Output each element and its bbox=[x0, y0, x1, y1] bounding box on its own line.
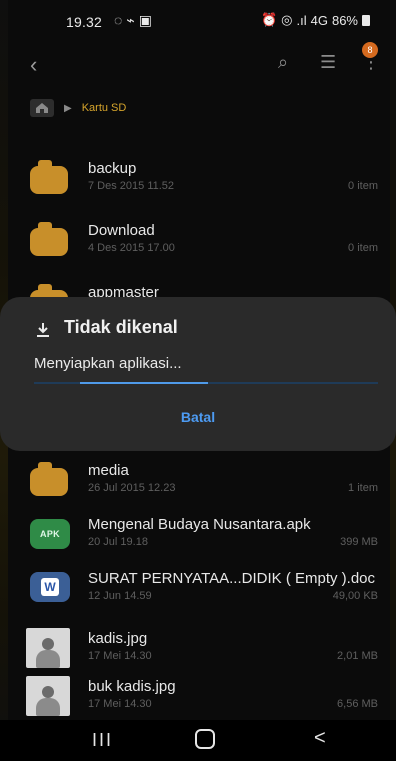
word-glyph: W bbox=[41, 578, 59, 596]
list-item[interactable]: Download 4 Des 2015 17.00 0 item bbox=[0, 212, 396, 268]
list-view-icon[interactable]: ☰ bbox=[320, 52, 336, 73]
image-thumbnail bbox=[26, 628, 70, 668]
back-button[interactable]: < bbox=[314, 727, 326, 750]
item-size: 0 item bbox=[348, 180, 378, 192]
search-icon[interactable]: ⌕ bbox=[278, 52, 288, 73]
item-date: 17 Mei 14.30 bbox=[88, 698, 152, 710]
install-progress bbox=[34, 382, 378, 384]
notification-badge: 8 bbox=[362, 42, 378, 58]
status-left-icons: ◌ ⌁ ▣ bbox=[114, 12, 152, 29]
item-size: 399 MB bbox=[340, 536, 378, 548]
folder-icon bbox=[30, 160, 68, 194]
battery-icon bbox=[362, 14, 370, 26]
dialog-title: Tidak dikenal bbox=[64, 317, 178, 337]
item-title: Mengenal Budaya Nusantara.apk bbox=[88, 516, 311, 533]
item-size: 6,56 MB bbox=[337, 698, 378, 710]
list-item[interactable]: backup 7 Des 2015 11.52 0 item bbox=[0, 150, 396, 206]
home-icon[interactable] bbox=[30, 99, 54, 117]
item-size: 2,01 MB bbox=[337, 650, 378, 662]
messenger-icon: ⌁ bbox=[126, 12, 135, 28]
item-title: Download bbox=[88, 222, 155, 239]
list-item[interactable]: media 26 Jul 2015 12.23 1 item bbox=[0, 452, 396, 508]
alarm-icon: ⏰ bbox=[260, 12, 278, 27]
item-size: 0 item bbox=[348, 242, 378, 254]
battery-text: 86% bbox=[331, 12, 358, 28]
list-item[interactable]: APK Mengenal Budaya Nusantara.apk 20 Jul… bbox=[0, 506, 396, 562]
list-item[interactable]: W SURAT PERNYATAA...DIDIK ( Empty ).doc … bbox=[0, 560, 396, 616]
hotspot-icon: ◎ bbox=[281, 12, 293, 27]
home-glyph bbox=[36, 103, 48, 113]
status-bar: 19.32 ◌ ⌁ ▣ ⏰ ◎ .ıl 4G 86% bbox=[0, 0, 396, 40]
image-thumbnail bbox=[26, 676, 70, 716]
breadcrumb: ▶ Kartu SD bbox=[30, 98, 126, 118]
whatsapp-icon: ◌ bbox=[114, 12, 123, 28]
status-right-icons: ⏰ ◎ .ıl 4G 86% bbox=[261, 12, 370, 28]
thumbnail-person-body bbox=[36, 698, 60, 716]
item-date: 7 Des 2015 11.52 bbox=[88, 180, 175, 192]
back-icon[interactable]: ‹ bbox=[30, 52, 37, 78]
item-date: 4 Des 2015 17.00 bbox=[88, 242, 175, 254]
word-document-icon: W bbox=[30, 572, 70, 602]
screen: 19.32 ◌ ⌁ ▣ ⏰ ◎ .ıl 4G 86% ‹ ⌕ ☰ ⋮ 8 ▶ K… bbox=[0, 0, 396, 761]
item-size: 49,00 KB bbox=[332, 590, 378, 602]
top-app-bar: ‹ ⌕ ☰ ⋮ 8 bbox=[0, 42, 396, 80]
home-button[interactable] bbox=[195, 729, 215, 749]
breadcrumb-path[interactable]: Kartu SD bbox=[82, 102, 127, 114]
breadcrumb-separator-icon: ▶ bbox=[64, 102, 72, 114]
item-date: 12 Jun 14.59 bbox=[88, 590, 152, 602]
item-date: 26 Jul 2015 12.23 bbox=[88, 482, 176, 494]
item-title: SURAT PERNYATAA...DIDIK ( Empty ).doc bbox=[88, 570, 375, 587]
folder-icon bbox=[30, 222, 68, 256]
signal-icon: .ıl bbox=[296, 12, 307, 28]
item-size: 1 item bbox=[348, 482, 378, 494]
item-title: media bbox=[88, 462, 129, 479]
network-type-icon: 4G bbox=[310, 12, 328, 28]
thumbnail-person-body bbox=[36, 650, 60, 668]
thumbnail-person-head bbox=[42, 638, 54, 650]
status-time: 19.32 bbox=[66, 14, 103, 30]
item-title: buk kadis.jpg bbox=[88, 678, 176, 695]
item-title: backup bbox=[88, 160, 137, 177]
item-date: 20 Jul 19.18 bbox=[88, 536, 148, 548]
gallery-icon: ▣ bbox=[138, 12, 152, 28]
install-dialog: Tidak dikenal Menyiapkan aplikasi... Bat… bbox=[0, 297, 396, 451]
download-icon bbox=[37, 323, 49, 337]
navigation-bar: III < bbox=[0, 720, 396, 761]
list-item[interactable]: buk kadis.jpg 17 Mei 14.30 6,56 MB bbox=[0, 668, 396, 724]
recents-button[interactable]: III bbox=[92, 730, 113, 751]
thumbnail-person-head bbox=[42, 686, 54, 698]
dialog-message: Menyiapkan aplikasi... bbox=[34, 355, 182, 372]
cancel-button[interactable]: Batal bbox=[0, 409, 396, 425]
folder-icon bbox=[30, 462, 68, 496]
item-date: 17 Mei 14.30 bbox=[88, 650, 152, 662]
item-title: kadis.jpg bbox=[88, 630, 148, 647]
install-progress-fill bbox=[80, 382, 208, 384]
apk-file-icon: APK bbox=[30, 519, 70, 549]
